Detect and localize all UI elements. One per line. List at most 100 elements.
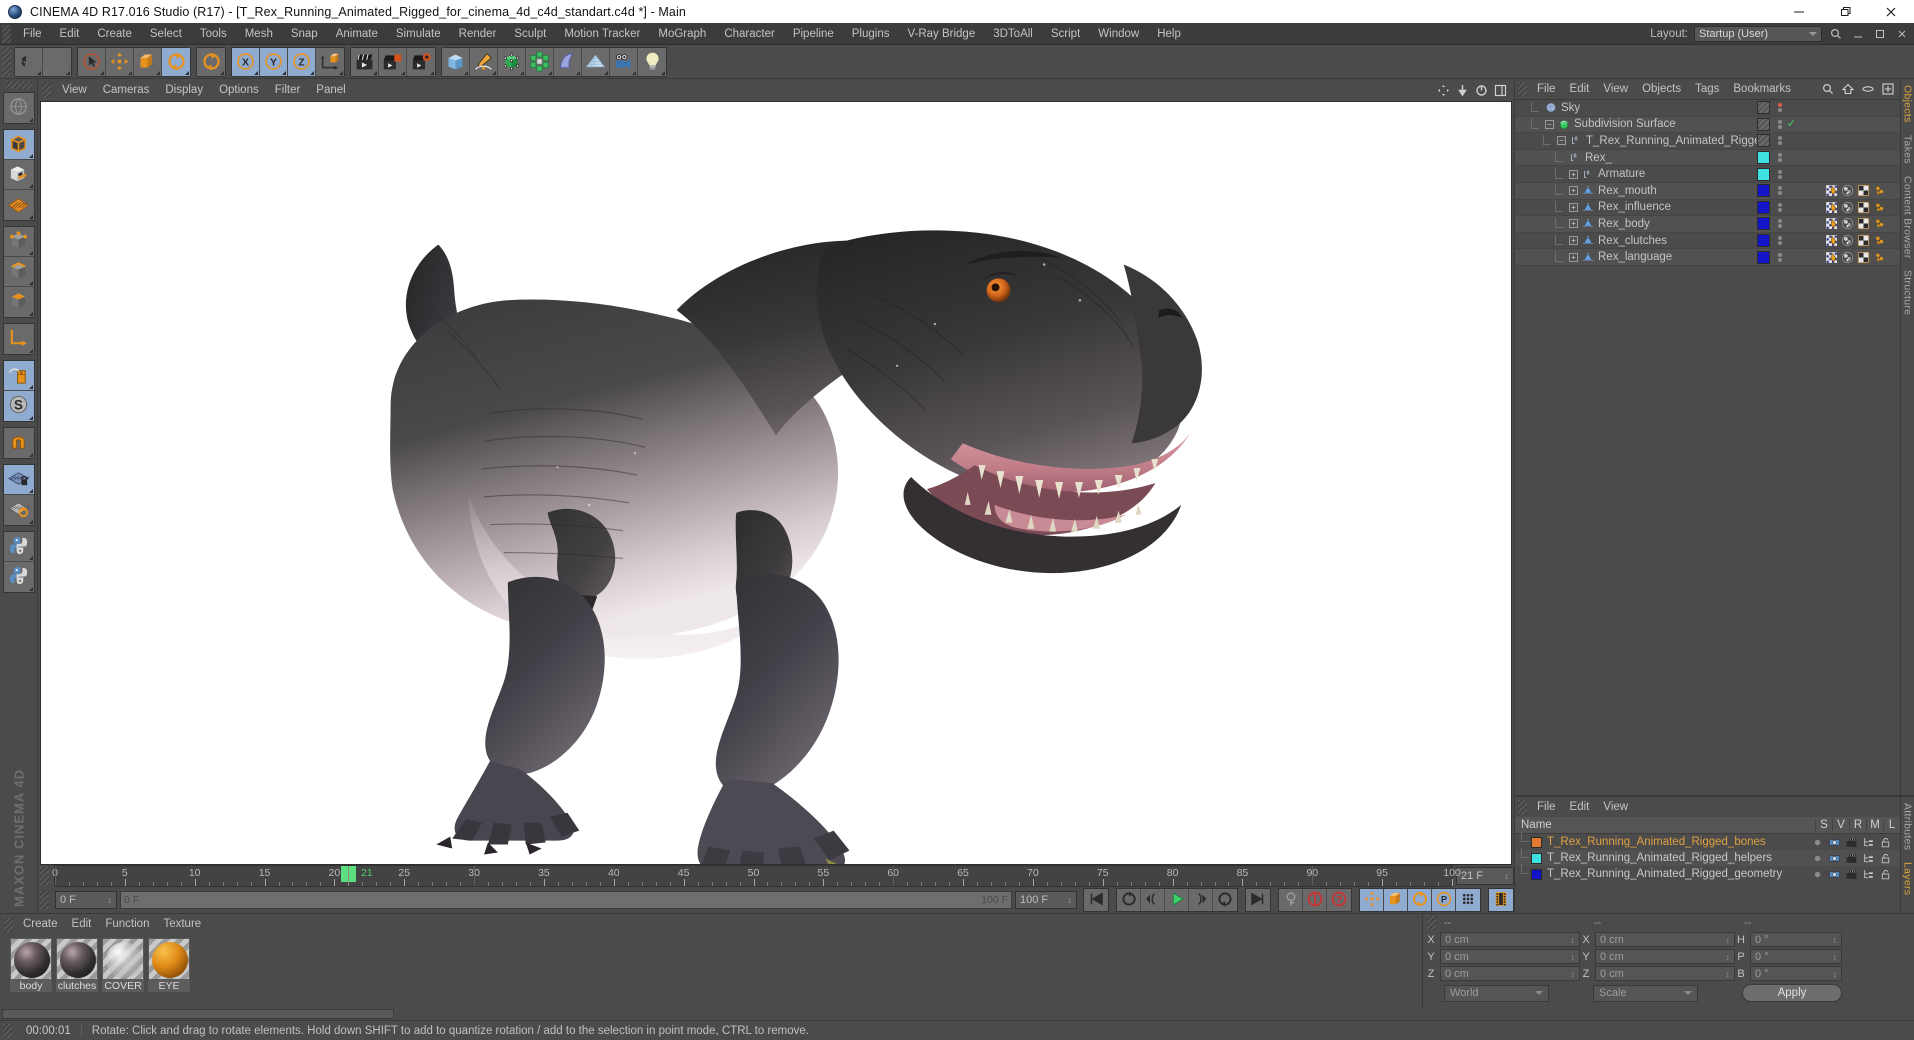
dropdown-corner-icon[interactable]	[548, 70, 552, 75]
dropdown-corner-icon[interactable]	[520, 70, 524, 75]
apply-button[interactable]: Apply	[1742, 984, 1842, 1002]
menu-sculpt[interactable]: Sculpt	[505, 23, 555, 45]
add-spline-button[interactable]	[470, 47, 498, 76]
lm-render-icon[interactable]	[1844, 836, 1858, 849]
python-generator-button[interactable]	[3, 562, 34, 592]
side-tab-layers[interactable]: Layers	[1902, 856, 1914, 901]
layer-color-swatch[interactable]	[1757, 134, 1770, 148]
object-row[interactable]: − Subdivision Surface ✓	[1515, 116, 1900, 134]
dropdown-corner-icon[interactable]	[576, 70, 580, 75]
column-visible[interactable]: V	[1832, 819, 1849, 831]
render-visibility-dot[interactable]	[1778, 158, 1782, 163]
material-tag-icon[interactable]	[1841, 201, 1854, 214]
layer-manager-grip[interactable]	[1518, 799, 1527, 815]
dropdown-corner-icon[interactable]	[28, 215, 33, 219]
scale-tool[interactable]	[134, 47, 162, 76]
coordinate-system-dropdown[interactable]: World	[1444, 984, 1549, 1002]
rotate-view-icon[interactable]	[1473, 82, 1489, 98]
mat-menu-texture[interactable]: Texture	[156, 914, 208, 934]
move-tool[interactable]	[106, 47, 134, 76]
dropdown-corner-icon[interactable]	[28, 556, 33, 560]
menu-tools[interactable]: Tools	[191, 23, 236, 45]
render-visibility-dot[interactable]	[1778, 207, 1782, 212]
object-row[interactable]: + Rex_body	[1515, 216, 1900, 233]
layer-color-swatch[interactable]	[1531, 868, 1542, 880]
mat-menu-function[interactable]: Function	[98, 914, 156, 934]
dropdown-corner-icon[interactable]	[128, 70, 132, 75]
lm-solo-icon[interactable]	[1810, 868, 1824, 881]
lm-solo-icon[interactable]	[1810, 836, 1824, 849]
document-length-field[interactable]: 100 F ↕	[1015, 891, 1077, 909]
layer-color-swatch[interactable]	[1757, 117, 1770, 131]
weight-tag-icon[interactable]	[1825, 251, 1838, 264]
column-render[interactable]: R	[1849, 819, 1866, 831]
material-item[interactable]: body	[10, 938, 52, 1008]
autokey-button[interactable]	[1279, 889, 1303, 911]
uvw-tag-icon[interactable]	[1857, 251, 1870, 264]
render-visibility-dot[interactable]	[1778, 191, 1782, 196]
om-menu-bookmarks[interactable]: Bookmarks	[1726, 79, 1798, 99]
zoom-icon[interactable]	[1454, 82, 1470, 98]
material-item[interactable]: COVER	[102, 938, 144, 1008]
rotation-key-button[interactable]	[1408, 889, 1432, 911]
dropdown-corner-icon[interactable]	[28, 587, 33, 591]
menu-script[interactable]: Script	[1042, 23, 1089, 45]
spinner-icon[interactable]: ↕	[1833, 952, 1838, 962]
spinner-icon[interactable]: ↕	[1505, 872, 1510, 881]
close-panel-icon[interactable]	[1894, 26, 1910, 42]
point-level-animation-button[interactable]	[1456, 889, 1480, 911]
maximize-button[interactable]	[1822, 0, 1868, 23]
uvw-tag-icon[interactable]	[1857, 184, 1870, 197]
layer-color-swatch[interactable]	[1757, 151, 1770, 165]
expander-plus-icon[interactable]: +	[1569, 252, 1578, 262]
axis-modify-button[interactable]	[3, 324, 34, 354]
side-tab-structure[interactable]: Structure	[1902, 264, 1914, 321]
dropdown-corner-icon[interactable]	[185, 70, 189, 75]
toolbar-grip[interactable]	[2, 46, 11, 77]
menu-pipeline[interactable]: Pipeline	[784, 23, 843, 45]
lm-menu-file[interactable]: File	[1530, 797, 1563, 817]
object-manager-tree[interactable]: Sky − Subdivision Surface ✓ −0 T_Rex_Running_…	[1515, 99, 1900, 795]
workplane-mode-button[interactable]	[3, 190, 34, 220]
render-visibility-dot[interactable]	[1778, 174, 1782, 179]
layer-color-swatch[interactable]	[1757, 200, 1770, 214]
preview-range-bar[interactable]: 0 F 100 F	[120, 891, 1012, 909]
expander-plus-icon[interactable]: +	[1569, 186, 1578, 196]
point-tag-icon[interactable]	[1873, 201, 1886, 214]
point-tag-icon[interactable]	[1873, 217, 1886, 230]
render-to-picture-viewer-button[interactable]	[379, 47, 407, 76]
lm-lock-icon[interactable]	[1878, 852, 1892, 865]
expander-minus-icon[interactable]: −	[1557, 136, 1566, 146]
add-floor-button[interactable]	[582, 47, 610, 76]
lm-solo-icon[interactable]	[1810, 852, 1824, 865]
visibility-dots[interactable]	[1778, 186, 1782, 196]
spinner-icon[interactable]: ↕	[1833, 935, 1838, 945]
eye-icon[interactable]	[1860, 81, 1876, 97]
planar-workplane-button[interactable]	[3, 495, 34, 525]
menu-file[interactable]: File	[14, 23, 51, 45]
spinner-icon[interactable]: ↕	[1571, 952, 1576, 962]
add-environment-button[interactable]	[554, 47, 582, 76]
dropdown-corner-icon[interactable]	[492, 70, 496, 75]
world-object-coordinate-toggle[interactable]	[316, 47, 344, 76]
material-item[interactable]: clutches	[56, 938, 98, 1008]
live-selection-tool[interactable]	[78, 47, 106, 76]
scale-key-button[interactable]	[1384, 889, 1408, 911]
left-toolbar-grip[interactable]	[5, 81, 32, 89]
uvw-tag-icon[interactable]	[1857, 234, 1870, 247]
rotate-tool-alt[interactable]	[197, 47, 225, 76]
layer-color-swatch[interactable]	[1757, 217, 1770, 231]
add-light-button[interactable]	[638, 47, 666, 76]
dropdown-corner-icon[interactable]	[28, 453, 33, 457]
next-frame-button[interactable]	[1189, 889, 1213, 911]
search-icon[interactable]	[1820, 81, 1836, 97]
size-y-input[interactable]: 0 cm ↕	[1595, 949, 1735, 964]
layer-color-swatch[interactable]	[1531, 836, 1542, 848]
home-icon[interactable]	[1840, 81, 1856, 97]
menu-create[interactable]: Create	[88, 23, 141, 45]
search-icon[interactable]	[1828, 26, 1844, 42]
lm-visible-icon[interactable]	[1827, 868, 1841, 881]
redo-button[interactable]	[43, 47, 71, 76]
layer-color-swatch[interactable]	[1757, 250, 1770, 264]
mat-menu-edit[interactable]: Edit	[65, 914, 99, 934]
